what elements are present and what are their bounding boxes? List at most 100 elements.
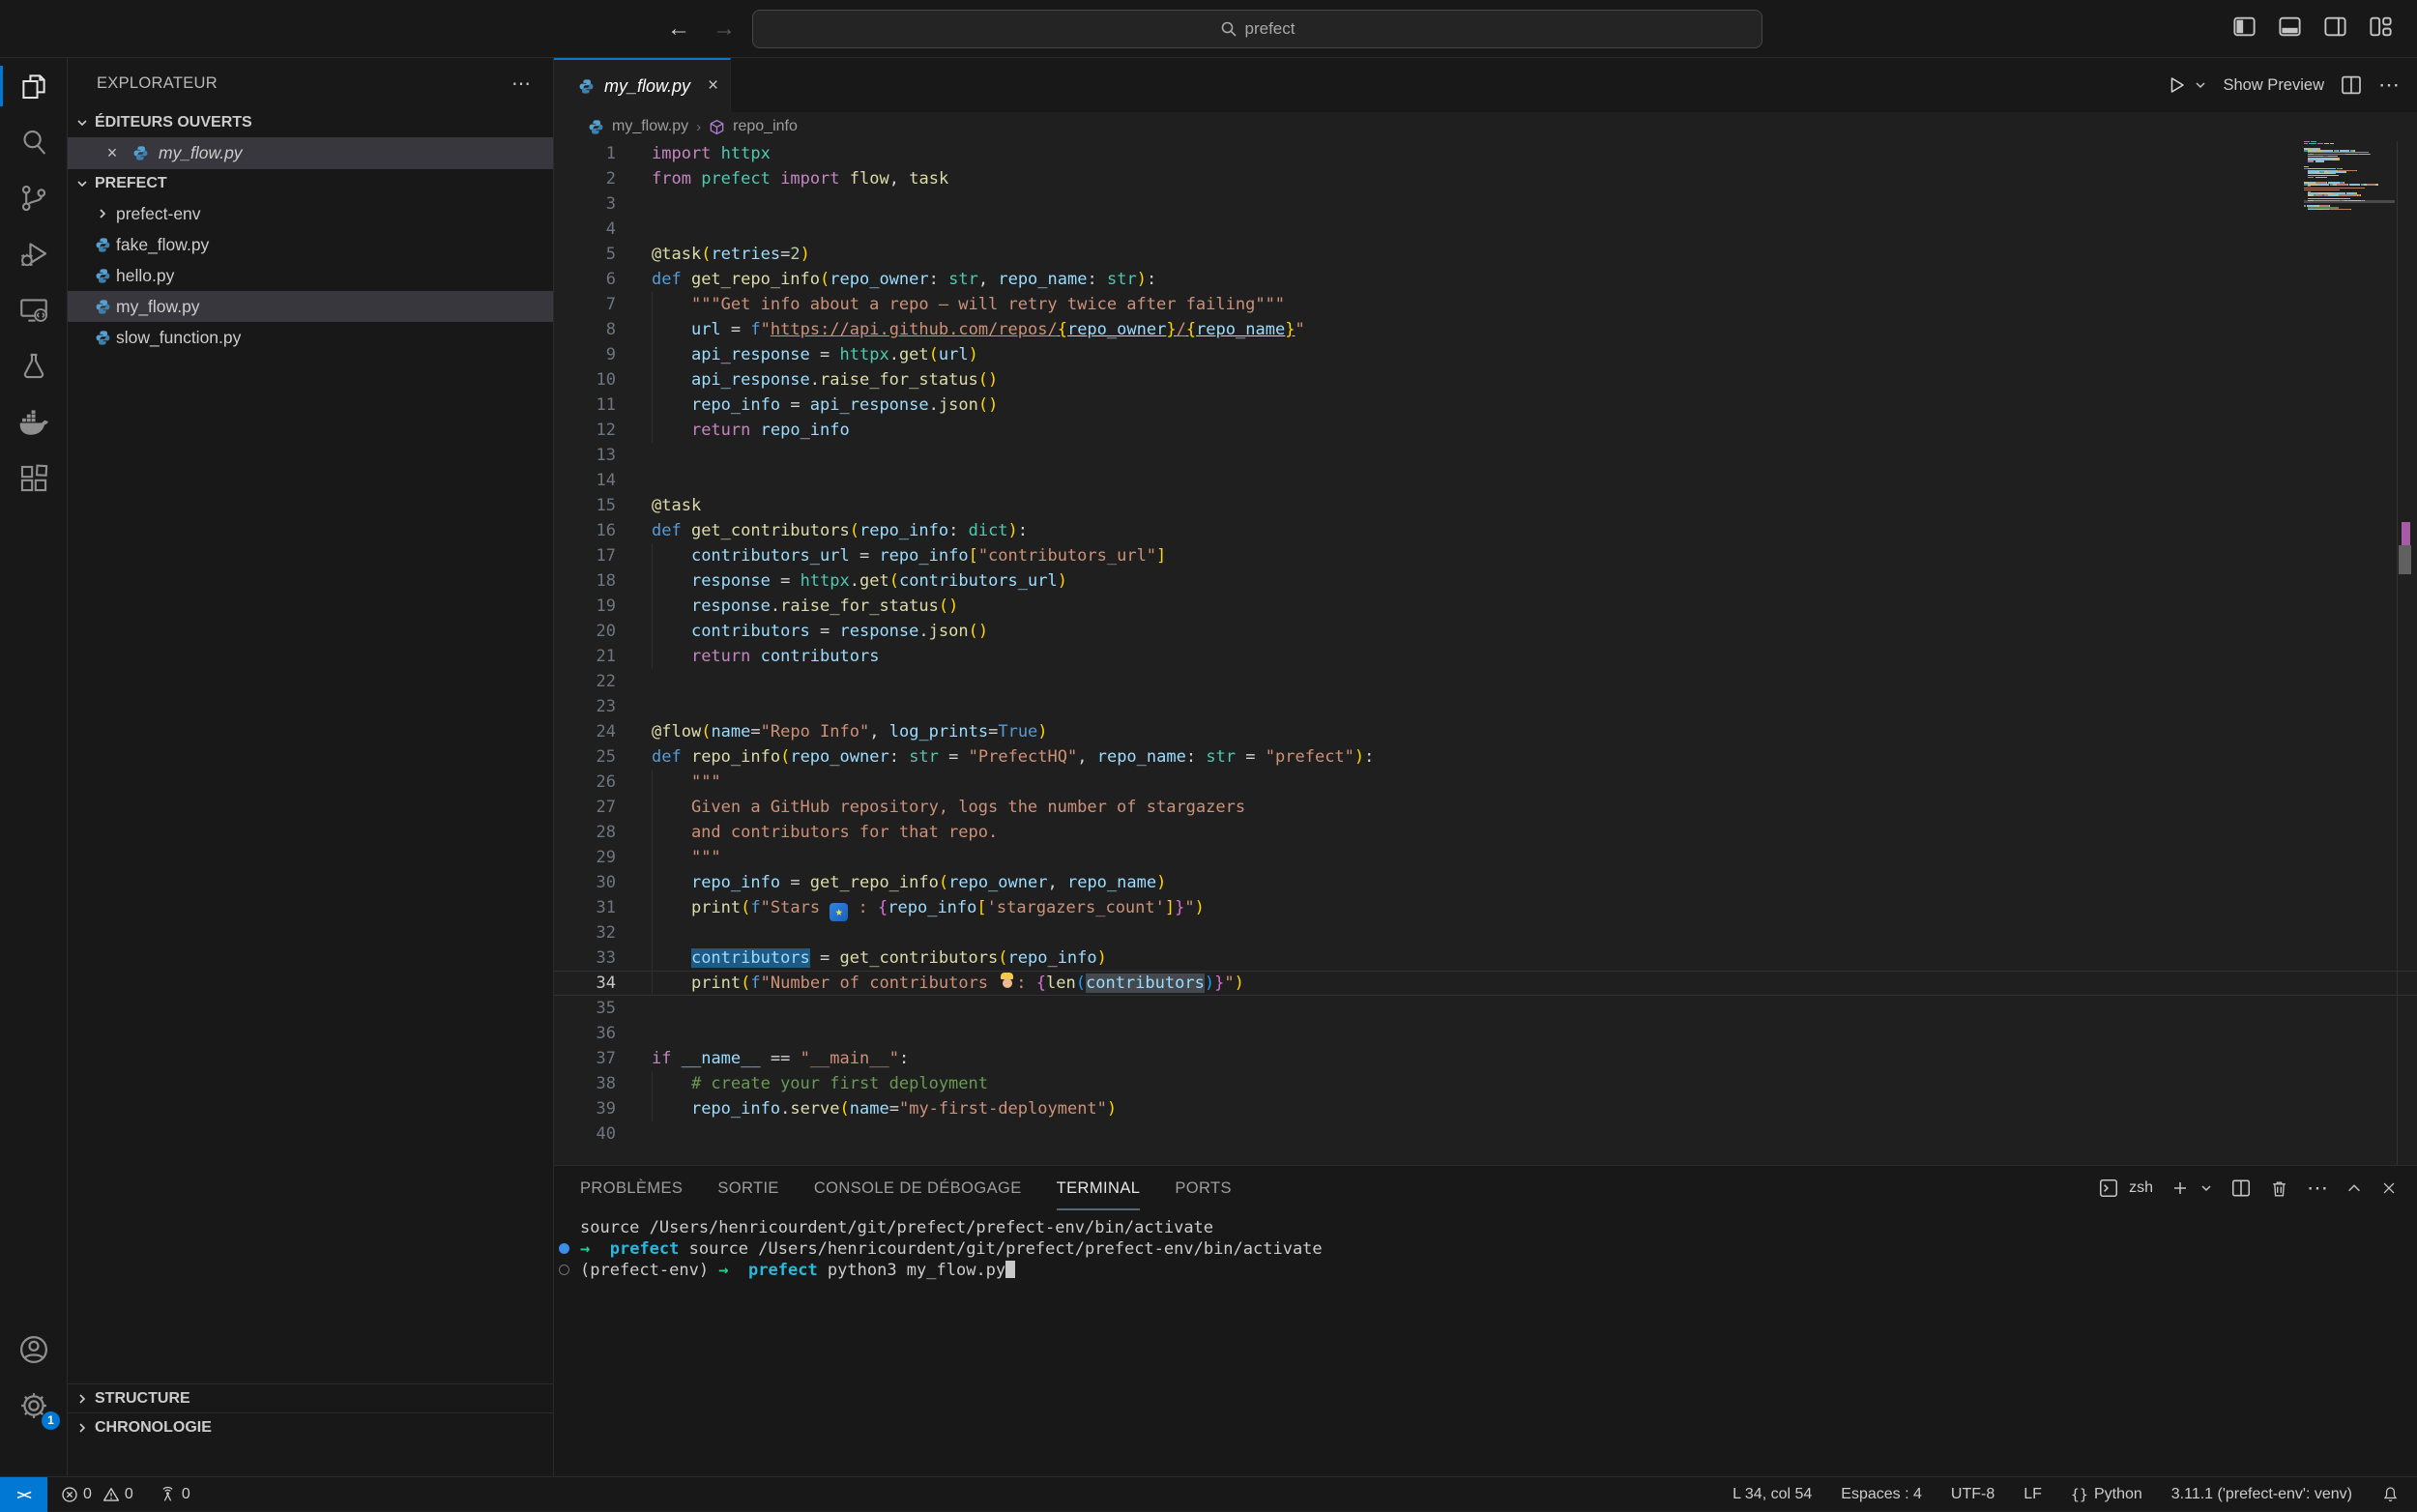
- line-number[interactable]: 20: [554, 619, 616, 644]
- code-line-33[interactable]: 33 contributors = get_contributors(repo_…: [554, 945, 2417, 971]
- new-terminal-icon[interactable]: [2170, 1178, 2190, 1198]
- toggle-panel-icon[interactable]: [2277, 14, 2303, 40]
- close-icon[interactable]: ×: [708, 75, 718, 97]
- sidebar-item-source-control[interactable]: [0, 170, 68, 226]
- more-actions-icon[interactable]: ⋯: [2378, 80, 2400, 90]
- code-line-1[interactable]: 1import httpx: [554, 141, 2417, 166]
- terminal-shell-label[interactable]: zsh: [2129, 1179, 2153, 1197]
- line-number[interactable]: 30: [554, 870, 616, 895]
- line-number[interactable]: 12: [554, 418, 616, 443]
- code-line-34[interactable]: 34 print(f"Number of contributors : {len…: [554, 971, 2417, 996]
- command-decoration-placeholder-icon[interactable]: [559, 1265, 569, 1275]
- code-line-20[interactable]: 20 contributors = response.json(): [554, 619, 2417, 644]
- code-line-24[interactable]: 24@flow(name="Repo Info", log_prints=Tru…: [554, 719, 2417, 744]
- code-line-26[interactable]: 26 """: [554, 770, 2417, 795]
- code-line-3[interactable]: 3: [554, 191, 2417, 217]
- sidebar-item-search[interactable]: [0, 114, 68, 170]
- line-number[interactable]: 10: [554, 367, 616, 393]
- account-button[interactable]: [0, 1322, 68, 1378]
- terminal-output[interactable]: source /Users/henricourdent/git/prefect/…: [554, 1217, 2417, 1281]
- customize-layout-icon[interactable]: [2368, 14, 2394, 40]
- nav-forward-icon[interactable]: →: [709, 14, 740, 44]
- line-number[interactable]: 8: [554, 317, 616, 342]
- panel-tab-ports[interactable]: PORTS: [1175, 1166, 1232, 1210]
- line-number[interactable]: 27: [554, 795, 616, 820]
- line-number[interactable]: 16: [554, 518, 616, 543]
- notifications-bell-icon[interactable]: [2381, 1485, 2400, 1503]
- sidebar-item-run-debug[interactable]: [0, 226, 68, 282]
- code-line-10[interactable]: 10 api_response.raise_for_status(): [554, 367, 2417, 393]
- show-preview-button[interactable]: Show Preview: [2223, 76, 2324, 95]
- code-line-31[interactable]: 31 print(f"Stars ★ : {repo_info['stargaz…: [554, 895, 2417, 920]
- sidebar-item-remote-explorer[interactable]: [0, 282, 68, 338]
- panel-tab-probl-mes[interactable]: PROBLÈMES: [580, 1166, 683, 1210]
- line-number[interactable]: 39: [554, 1096, 616, 1121]
- code-line-4[interactable]: 4: [554, 217, 2417, 242]
- breadcrumb[interactable]: my_flow.py › repo_info: [554, 112, 2417, 141]
- code-line-36[interactable]: 36: [554, 1021, 2417, 1046]
- tab-my-flow[interactable]: my_flow.py ×: [554, 58, 731, 112]
- code-line-9[interactable]: 9 api_response = httpx.get(url): [554, 342, 2417, 367]
- language-mode[interactable]: {} Python: [2071, 1486, 2142, 1503]
- line-number[interactable]: 31: [554, 895, 616, 920]
- code-line-11[interactable]: 11 repo_info = api_response.json(): [554, 393, 2417, 418]
- split-terminal-icon[interactable]: [2230, 1178, 2252, 1199]
- line-number[interactable]: 28: [554, 820, 616, 845]
- code-line-6[interactable]: 6def get_repo_info(repo_owner: str, repo…: [554, 267, 2417, 292]
- line-number[interactable]: 11: [554, 393, 616, 418]
- line-number[interactable]: 22: [554, 669, 616, 694]
- code-line-40[interactable]: 40: [554, 1121, 2417, 1147]
- code-line-13[interactable]: 13: [554, 443, 2417, 468]
- code-line-29[interactable]: 29 """: [554, 845, 2417, 870]
- code-line-14[interactable]: 14: [554, 468, 2417, 493]
- line-number[interactable]: 4: [554, 217, 616, 242]
- line-number[interactable]: 5: [554, 242, 616, 267]
- line-number[interactable]: 15: [554, 493, 616, 518]
- code-line-8[interactable]: 8 url = f"https://api.github.com/repos/{…: [554, 317, 2417, 342]
- code-line-17[interactable]: 17 contributors_url = repo_info["contrib…: [554, 543, 2417, 568]
- line-number[interactable]: 37: [554, 1046, 616, 1071]
- encoding-setting[interactable]: UTF-8: [1951, 1486, 1995, 1503]
- line-number[interactable]: 9: [554, 342, 616, 367]
- code-line-30[interactable]: 30 repo_info = get_repo_info(repo_owner,…: [554, 870, 2417, 895]
- command-decoration-icon[interactable]: [559, 1243, 569, 1254]
- explorer-more-actions-icon[interactable]: ⋯: [511, 72, 532, 96]
- breadcrumb-symbol[interactable]: repo_info: [733, 118, 798, 135]
- code-line-16[interactable]: 16def get_contributors(repo_info: dict):: [554, 518, 2417, 543]
- tree-item-hello-py[interactable]: hello.py: [68, 260, 553, 291]
- problems-status[interactable]: 0 0: [61, 1486, 133, 1503]
- sidebar-item-testing[interactable]: [0, 338, 68, 394]
- ports-status[interactable]: 0: [159, 1485, 190, 1503]
- code-line-37[interactable]: 37if __name__ == "__main__":: [554, 1046, 2417, 1071]
- line-number[interactable]: 25: [554, 744, 616, 770]
- tree-item-fake-flow-py[interactable]: fake_flow.py: [68, 229, 553, 260]
- run-python-file-icon[interactable]: [2165, 73, 2188, 97]
- code-line-21[interactable]: 21 return contributors: [554, 644, 2417, 669]
- toggle-primary-sidebar-icon[interactable]: [2231, 14, 2257, 40]
- breadcrumb-file[interactable]: my_flow.py: [612, 118, 688, 135]
- settings-button[interactable]: 1: [0, 1378, 68, 1434]
- panel-tab-sortie[interactable]: SORTIE: [717, 1166, 779, 1210]
- toggle-secondary-sidebar-icon[interactable]: [2322, 14, 2348, 40]
- code-area[interactable]: 1import httpx2from prefect import flow, …: [554, 141, 2417, 1165]
- code-line-28[interactable]: 28 and contributors for that repo.: [554, 820, 2417, 845]
- code-line-18[interactable]: 18 response = httpx.get(contributors_url…: [554, 568, 2417, 594]
- line-number[interactable]: 17: [554, 543, 616, 568]
- code-line-7[interactable]: 7 """Get info about a repo – will retry …: [554, 292, 2417, 317]
- line-number[interactable]: 40: [554, 1121, 616, 1147]
- tree-item-my-flow-py[interactable]: my_flow.py: [68, 291, 553, 322]
- open-editor-item[interactable]: × my_flow.py: [68, 137, 553, 169]
- panel-tab-terminal[interactable]: TERMINAL: [1057, 1166, 1141, 1210]
- line-number[interactable]: 21: [554, 644, 616, 669]
- nav-back-icon[interactable]: ←: [663, 14, 694, 44]
- line-number[interactable]: 38: [554, 1071, 616, 1096]
- cursor-position[interactable]: L 34, col 54: [1733, 1486, 1812, 1503]
- terminal-dropdown-chevron-icon[interactable]: [2199, 1181, 2213, 1195]
- section-project[interactable]: PREFECT: [68, 169, 553, 198]
- command-center-search[interactable]: prefect: [752, 10, 1762, 48]
- code-line-25[interactable]: 25def repo_info(repo_owner: str = "Prefe…: [554, 744, 2417, 770]
- tree-item-slow-function-py[interactable]: slow_function.py: [68, 322, 553, 353]
- line-number[interactable]: 29: [554, 845, 616, 870]
- line-number[interactable]: 33: [554, 945, 616, 971]
- maximize-panel-icon[interactable]: [2345, 1179, 2363, 1197]
